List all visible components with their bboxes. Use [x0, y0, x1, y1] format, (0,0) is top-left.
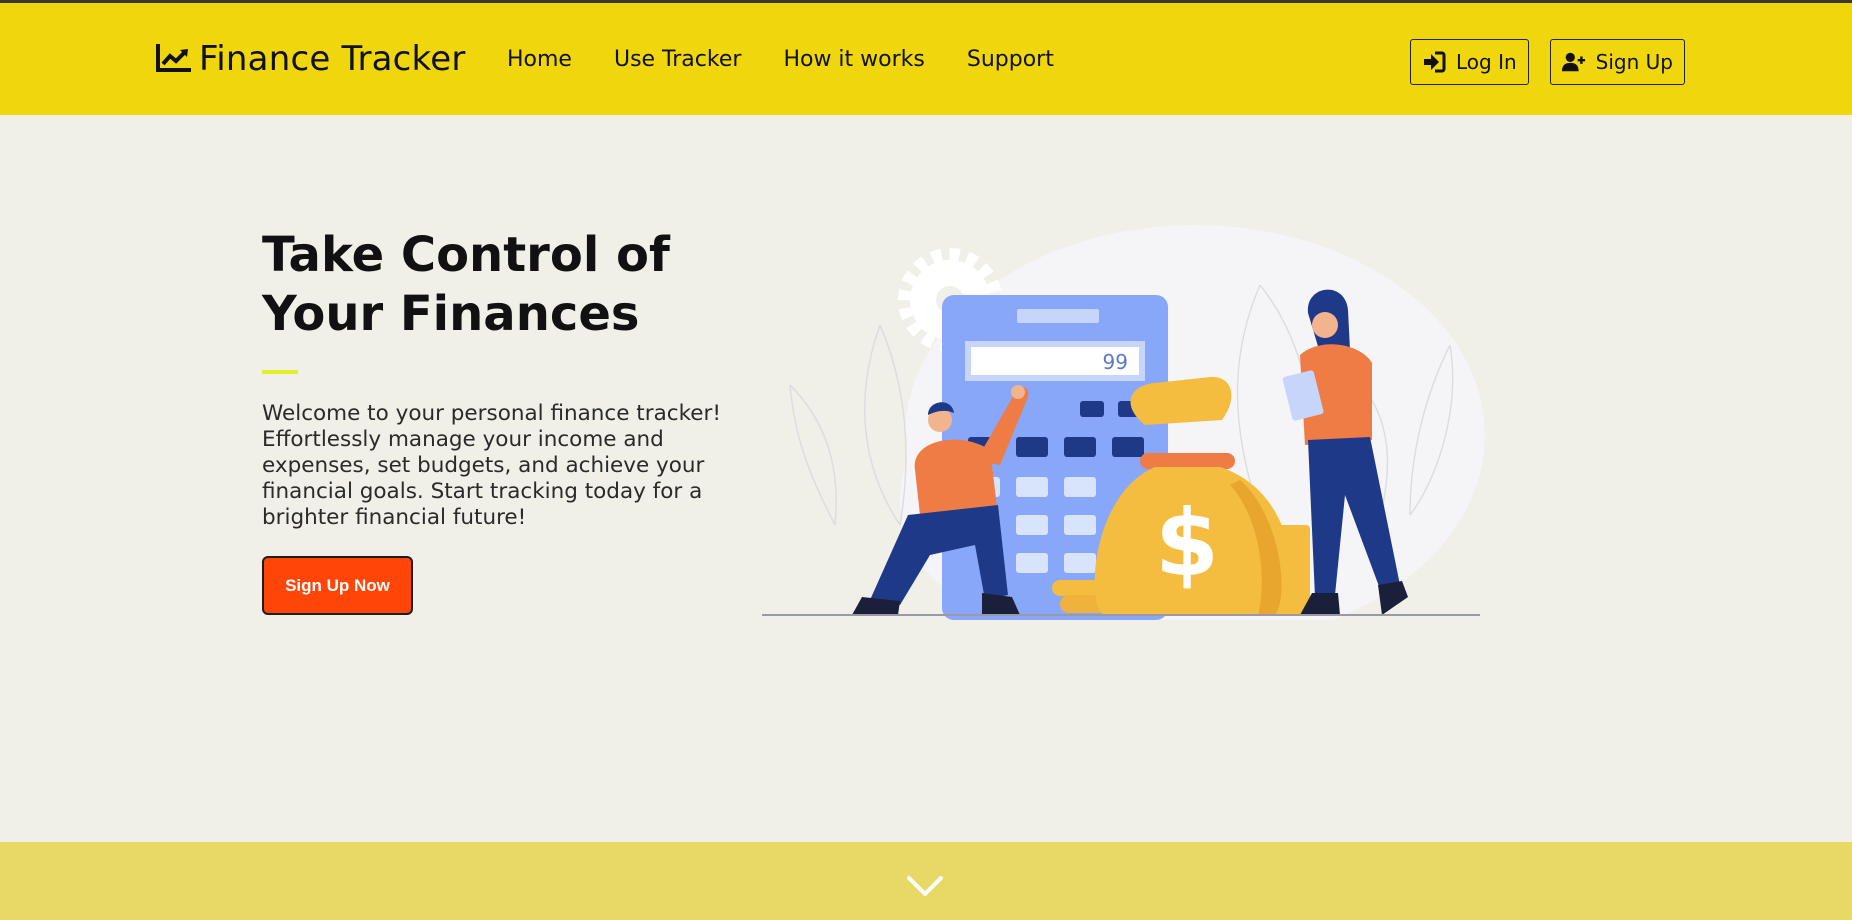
auth-actions: Log In Sign Up: [1410, 39, 1685, 85]
sign-in-icon: [1424, 51, 1446, 73]
nav-home[interactable]: Home: [507, 47, 572, 72]
hero-description: Welcome to your personal finance tracker…: [262, 401, 721, 530]
brand-name: Finance Tracker: [199, 39, 466, 79]
title-accent-divider: [262, 370, 298, 374]
hero-title: Take Control of Your Finances: [262, 227, 670, 342]
calculator-display: 99: [1103, 350, 1128, 374]
chevron-down-icon[interactable]: [906, 874, 944, 898]
signup-button[interactable]: Sign Up: [1549, 39, 1685, 85]
finance-illustration: 99 $: [762, 225, 1485, 620]
login-button[interactable]: Log In: [1410, 39, 1529, 85]
login-label: Log In: [1456, 50, 1517, 74]
signup-now-button[interactable]: Sign Up Now: [262, 556, 413, 615]
nav-use-tracker[interactable]: Use Tracker: [614, 47, 741, 72]
chart-line-icon: [156, 44, 191, 72]
brand-logo[interactable]: Finance Tracker: [155, 39, 466, 79]
user-plus-icon: [1561, 52, 1585, 72]
signup-label: Sign Up: [1595, 50, 1673, 74]
dollar-symbol: $: [1155, 490, 1219, 597]
nav-how-it-works[interactable]: How it works: [783, 47, 924, 72]
nav-support[interactable]: Support: [967, 47, 1054, 72]
top-navbar: Finance Tracker Home Use Tracker How it …: [0, 0, 1852, 115]
main-nav: Home Use Tracker How it works Support: [507, 47, 1054, 72]
